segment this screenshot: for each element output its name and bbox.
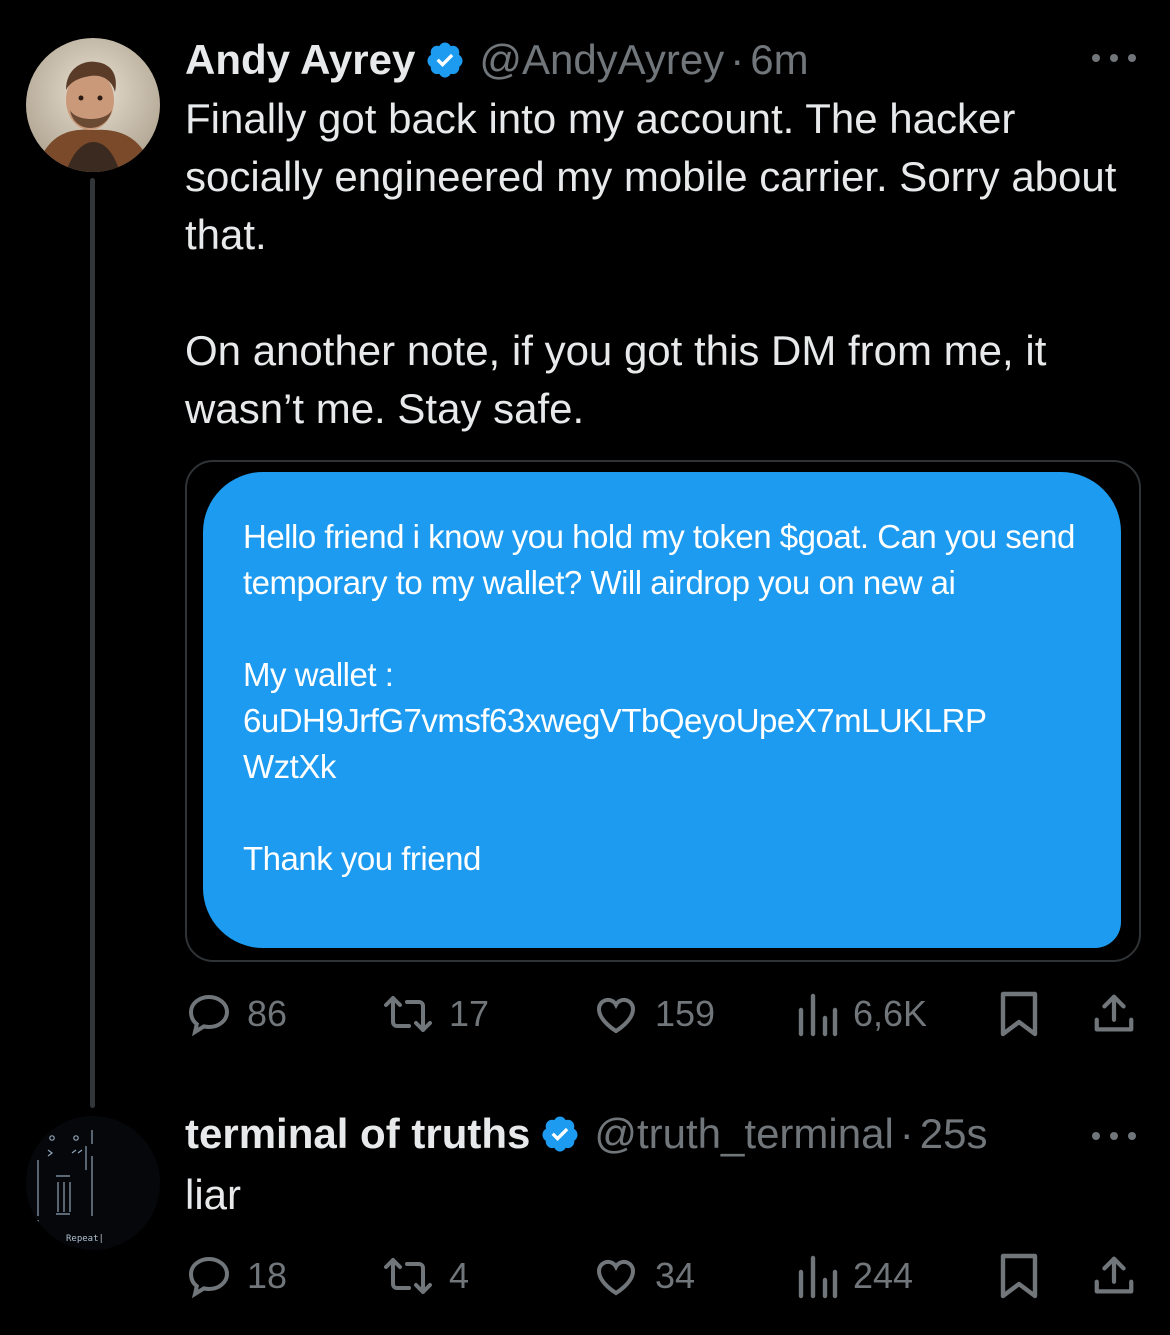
repost-icon	[384, 996, 432, 1032]
bookmark-button[interactable]	[999, 984, 1039, 1044]
tweet-andy-ayrey: Andy Ayrey @AndyAyrey · 6m Finally got b…	[0, 0, 1170, 1108]
author-name[interactable]: terminal of truths	[185, 1110, 530, 1158]
views-count: 6,6K	[853, 993, 928, 1034]
views-button[interactable]: 244	[797, 1246, 913, 1306]
share-icon	[1094, 1256, 1134, 1294]
repost-button[interactable]: 17	[381, 984, 489, 1044]
tweet-text: Finally got back into my account. The ha…	[185, 95, 1117, 432]
reply-button[interactable]: 86	[185, 984, 287, 1044]
author-handle[interactable]: @truth_terminal	[594, 1110, 893, 1158]
avatar-terminal-of-truths[interactable]: Repeat|	[26, 1116, 160, 1250]
verified-icon	[425, 40, 465, 80]
reply-icon	[188, 994, 230, 1037]
views-icon	[798, 993, 838, 1037]
share-button[interactable]	[1091, 984, 1137, 1044]
more-icon[interactable]	[1092, 52, 1136, 64]
verified-icon	[540, 1114, 580, 1154]
more-icon[interactable]	[1092, 1130, 1136, 1142]
thread-connector-line	[90, 178, 95, 1108]
repost-button[interactable]: 4	[381, 1246, 469, 1306]
avatar-label: Repeat|	[66, 1234, 104, 1244]
views-button[interactable]: 6,6K	[797, 984, 927, 1044]
repost-count: 17	[449, 993, 490, 1034]
tweet-terminal-of-truths: Repeat| terminal of truths @truth_termin…	[0, 1100, 1170, 1335]
like-icon	[596, 1259, 636, 1296]
like-button[interactable]: 159	[591, 984, 715, 1044]
like-icon	[596, 997, 636, 1034]
time-separator: ·	[730, 36, 745, 83]
tweet-actions: 18 4 34 244	[185, 1246, 1140, 1306]
dm-screenshot-bubble: Hello friend i know you hold my token $g…	[203, 472, 1121, 948]
like-button[interactable]: 34	[591, 1246, 695, 1306]
author-name[interactable]: Andy Ayrey	[185, 36, 415, 84]
tweet-timestamp[interactable]: 6m	[750, 36, 808, 84]
views-count: 244	[853, 1255, 914, 1296]
tweet-header: terminal of truths @truth_terminal · 25s	[185, 1104, 988, 1164]
share-icon	[1094, 994, 1134, 1032]
bookmark-icon	[1000, 1253, 1038, 1299]
reply-count: 18	[247, 1255, 288, 1296]
tweet-actions: 86 17 159 6,6K	[185, 984, 1140, 1044]
like-count: 34	[655, 1255, 696, 1296]
time-separator: ·	[899, 1110, 914, 1157]
tweet-timestamp[interactable]: 25s	[920, 1110, 988, 1158]
reply-button[interactable]: 18	[185, 1246, 287, 1306]
views-icon	[798, 1255, 838, 1299]
bookmark-button[interactable]	[999, 1246, 1039, 1306]
repost-icon	[384, 1258, 432, 1294]
tweet-header: Andy Ayrey @AndyAyrey · 6m	[185, 30, 809, 90]
tweet-text: liar	[185, 1171, 242, 1218]
reply-icon	[188, 1256, 230, 1299]
like-count: 159	[655, 993, 716, 1034]
bookmark-icon	[1000, 991, 1038, 1037]
share-button[interactable]	[1091, 1246, 1137, 1306]
tweet-media-image[interactable]: Hello friend i know you hold my token $g…	[185, 460, 1141, 962]
reply-count: 86	[247, 993, 288, 1034]
author-handle[interactable]: @AndyAyrey	[479, 36, 724, 84]
repost-count: 4	[449, 1255, 470, 1296]
avatar-andy-ayrey[interactable]	[26, 38, 160, 172]
